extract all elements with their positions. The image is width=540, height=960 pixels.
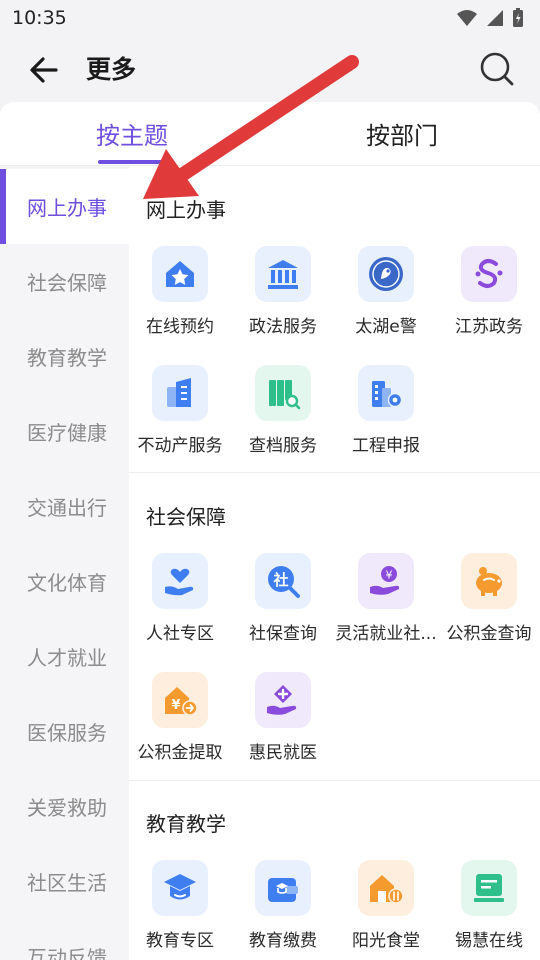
service-label: 人社专区	[146, 624, 214, 644]
service-label: 教育缴费	[249, 931, 317, 951]
status-bar: 10:35	[0, 0, 540, 36]
tab-by-department[interactable]: 按部门	[366, 116, 438, 151]
sidebar-item-care-assistance[interactable]: 关爱救助	[0, 769, 129, 844]
main-card: 按主题 按部门 网上办事 社会保障 教育教学 医疗健康 交通出行 文化体育 人才…	[0, 102, 540, 960]
sidebar-item-label: 社区生活	[27, 871, 107, 895]
medical-hand-icon	[255, 672, 311, 728]
sidebar-item-label: 关爱救助	[27, 796, 107, 820]
status-time: 10:35	[12, 7, 67, 29]
signal-icon	[487, 10, 503, 26]
sidebar-item-medical-insurance[interactable]: 医保服务	[0, 694, 129, 769]
sidebar-item-feedback[interactable]: 互动反馈	[0, 919, 129, 960]
sidebar-item-education[interactable]: 教育教学	[0, 319, 129, 394]
service-label: 江苏政务	[455, 317, 523, 337]
section-title: 网上办事	[146, 198, 226, 222]
sidebar-item-label: 教育教学	[27, 346, 107, 370]
sidebar-item-label: 互动反馈	[27, 946, 107, 960]
service-label: 政法服务	[249, 317, 317, 337]
service-label: 教育专区	[146, 931, 214, 951]
sidebar-item-label: 社会保障	[27, 271, 107, 295]
section-divider	[129, 472, 540, 473]
section-title: 教育教学	[146, 812, 226, 836]
police-badge-icon	[358, 246, 414, 302]
service-grid: 网上办事 在线预约 政法服务 太湖e警 江苏政务 不动产服务 查档服务 工程申报…	[129, 166, 540, 960]
sidebar-active-indicator	[0, 169, 6, 244]
coin-hand-icon: ¥	[358, 553, 414, 609]
service-label: 在线预约	[146, 317, 214, 337]
online-screen-icon	[461, 860, 517, 916]
service-label: 公积金查询	[446, 624, 532, 644]
government-building-icon	[255, 246, 311, 302]
sidebar-item-label: 文化体育	[27, 571, 107, 595]
sidebar-item-talent-employment[interactable]: 人才就业	[0, 619, 129, 694]
service-label: 阳光食堂	[352, 931, 420, 951]
house-star-icon	[152, 246, 208, 302]
service-label: 查档服务	[249, 436, 317, 456]
back-button[interactable]	[26, 54, 62, 86]
svg-text:社: 社	[272, 571, 288, 589]
category-sidebar: 网上办事 社会保障 教育教学 医疗健康 交通出行 文化体育 人才就业 医保服务 …	[0, 166, 129, 960]
house-yuan-icon: ¥	[152, 672, 208, 728]
tab-by-topic[interactable]: 按主题	[96, 116, 168, 151]
sidebar-item-community-life[interactable]: 社区生活	[0, 844, 129, 919]
tab-bar: 按主题 按部门	[0, 102, 540, 166]
service-label: 不动产服务	[137, 436, 223, 456]
sidebar-item-label: 人才就业	[27, 646, 107, 670]
arrow-left-icon	[30, 57, 58, 83]
sidebar-item-online-services[interactable]: 网上办事	[0, 169, 129, 244]
buildings-icon	[152, 365, 208, 421]
sidebar-item-label: 网上办事	[27, 196, 107, 220]
heart-hand-icon	[152, 553, 208, 609]
graduation-cap-icon	[152, 860, 208, 916]
piggy-bank-icon	[461, 553, 517, 609]
service-label: 惠民就医	[249, 743, 317, 763]
jiangsu-logo-icon	[461, 246, 517, 302]
top-bar: 更多	[0, 36, 540, 102]
search-button[interactable]	[478, 50, 516, 88]
section-divider	[129, 780, 540, 781]
wifi-icon	[457, 10, 477, 26]
service-label: 灵活就业社...	[335, 624, 437, 644]
sidebar-item-social-security[interactable]: 社会保障	[0, 244, 129, 319]
sidebar-item-healthcare[interactable]: 医疗健康	[0, 394, 129, 469]
sidebar-item-culture-sports[interactable]: 文化体育	[0, 544, 129, 619]
service-label: 锡慧在线	[455, 931, 523, 951]
social-security-search-icon: 社	[255, 553, 311, 609]
wallet-cap-icon	[255, 860, 311, 916]
building-gear-icon	[358, 365, 414, 421]
sidebar-item-label: 交通出行	[27, 496, 107, 520]
service-label: 工程申报	[352, 436, 420, 456]
house-dining-icon	[358, 860, 414, 916]
search-icon	[480, 52, 514, 86]
archive-search-icon	[255, 365, 311, 421]
tab-active-indicator	[98, 160, 174, 164]
service-label: 社保查询	[249, 624, 317, 644]
service-label: 太湖e警	[355, 317, 417, 337]
status-icons	[456, 8, 524, 28]
sidebar-item-label: 医疗健康	[27, 421, 107, 445]
service-label: 公积金提取	[137, 743, 223, 763]
sidebar-item-label: 医保服务	[27, 721, 107, 745]
page-title: 更多	[86, 55, 137, 84]
section-title: 社会保障	[146, 505, 226, 529]
svg-text:¥: ¥	[171, 698, 180, 713]
svg-text:¥: ¥	[386, 569, 393, 582]
sidebar-item-transport[interactable]: 交通出行	[0, 469, 129, 544]
battery-icon	[513, 8, 523, 27]
